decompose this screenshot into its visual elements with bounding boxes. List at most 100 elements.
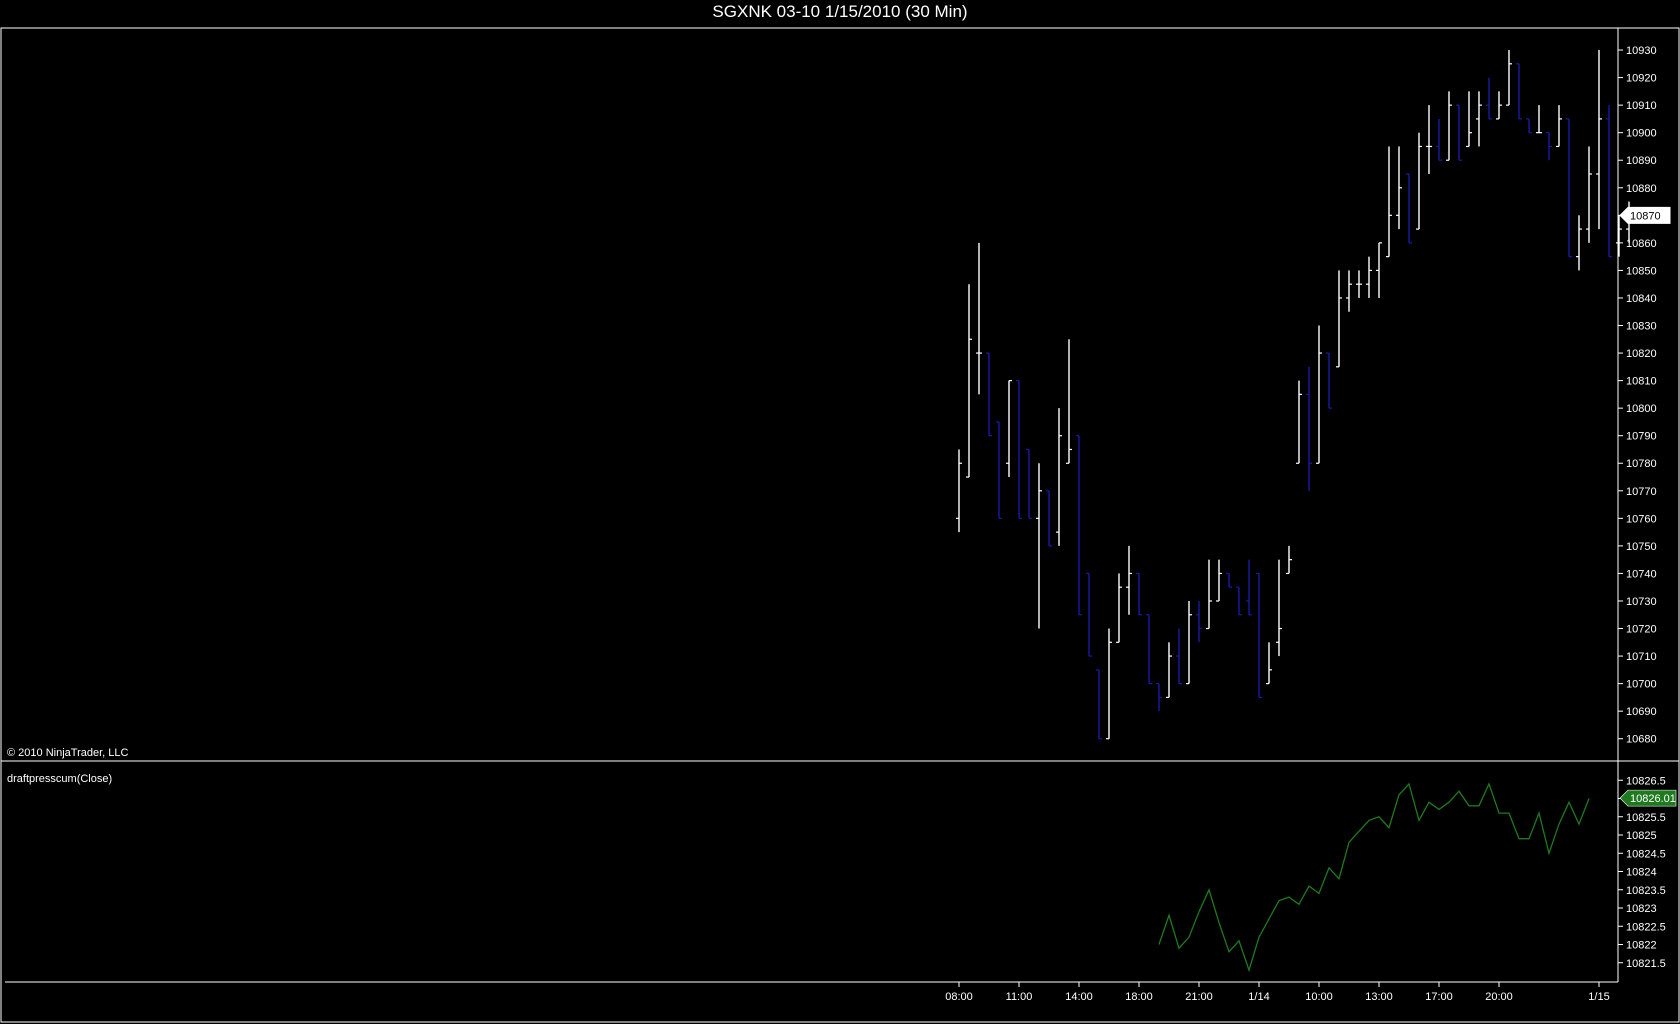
ohlc-bar bbox=[1546, 132, 1552, 161]
indicator-tick-label: 10824.5 bbox=[1626, 848, 1666, 860]
ohlc-bar bbox=[1396, 146, 1402, 230]
indicator-tick-label: 10825 bbox=[1626, 830, 1657, 842]
ohlc-bar bbox=[1466, 91, 1472, 148]
ohlc-bar bbox=[1426, 105, 1432, 174]
ohlc-bar bbox=[956, 449, 962, 533]
price-tick-label: 10880 bbox=[1626, 183, 1657, 195]
time-tick-label: 20:00 bbox=[1485, 991, 1513, 1003]
indicator-line bbox=[1158, 782, 1590, 973]
ohlc-bar bbox=[1206, 559, 1212, 630]
last-price-badge: 10870 bbox=[1619, 206, 1671, 224]
price-tick-label: 10700 bbox=[1626, 679, 1657, 691]
time-tick-label: 17:00 bbox=[1425, 991, 1453, 1003]
ohlc-bar bbox=[1186, 600, 1192, 685]
time-tick-label: 14:00 bbox=[1065, 991, 1093, 1003]
ohlc-bar bbox=[1296, 380, 1302, 464]
ohlc-bar bbox=[1416, 132, 1422, 230]
indicator-tick-label: 10823 bbox=[1626, 903, 1657, 915]
price-tick-label: 10730 bbox=[1626, 596, 1657, 608]
indicator-axis: 10826.51082610825.51082510824.5108241082… bbox=[1618, 775, 1677, 970]
indicator-tick-label: 10826.5 bbox=[1626, 775, 1666, 787]
price-tick-label: 10740 bbox=[1626, 568, 1657, 580]
price-tick-label: 10840 bbox=[1626, 293, 1657, 305]
ohlc-bar bbox=[1576, 215, 1582, 271]
price-tick-label: 10860 bbox=[1626, 238, 1657, 250]
time-tick-label: 10:00 bbox=[1305, 991, 1333, 1003]
price-tick-label: 10690 bbox=[1626, 706, 1657, 718]
ohlc-bar bbox=[1096, 669, 1102, 740]
ohlc-bar bbox=[1326, 352, 1332, 409]
price-axis: 10930 10920 10910 10900 10890 10880 10870 10860… bbox=[1618, 45, 1671, 746]
time-tick-label: 08:00 bbox=[945, 991, 973, 1003]
price-tick-label: 10920 bbox=[1626, 73, 1657, 85]
price-tick-label: 10770 bbox=[1626, 486, 1657, 498]
ohlc-bar bbox=[1016, 380, 1022, 519]
price-tick-label: 10790 bbox=[1626, 431, 1657, 443]
ohlc-bar bbox=[986, 352, 992, 437]
time-tick-label: 21:00 bbox=[1185, 991, 1213, 1003]
ohlc-bar bbox=[1176, 628, 1182, 685]
time-tick-label: 1/15 bbox=[1588, 991, 1609, 1003]
price-tick-label: 10760 bbox=[1626, 513, 1657, 525]
ohlc-bar bbox=[1276, 559, 1282, 657]
ohlc-bar bbox=[1476, 91, 1482, 147]
price-tick-label: 10930 bbox=[1626, 45, 1657, 57]
ohlc-bar bbox=[1496, 91, 1502, 120]
price-tick-label: 10900 bbox=[1626, 128, 1657, 140]
price-tick-label: 10720 bbox=[1626, 624, 1657, 636]
chart-frame bbox=[0, 27, 1680, 1023]
price-tick-label: 10800 bbox=[1626, 403, 1657, 415]
indicator-tick-label: 10822.5 bbox=[1626, 921, 1666, 933]
ohlc-bar bbox=[1386, 146, 1392, 258]
ohlc-bar bbox=[1116, 573, 1122, 643]
time-axis: 08:00 11:00 14:00 18:00 21:00 1/14 10:00 13:00 1… bbox=[945, 982, 1610, 1003]
ohlc-bar bbox=[1526, 118, 1532, 134]
copyright-label: © 2010 NinjaTrader, LLC bbox=[7, 747, 128, 759]
ohlc-bar bbox=[1086, 572, 1092, 657]
ohlc-bar bbox=[1076, 435, 1082, 616]
ohlc-bar bbox=[1146, 614, 1152, 685]
ohlc-bar bbox=[996, 421, 1002, 519]
indicator-tick-label: 10822 bbox=[1626, 940, 1657, 952]
ohlc-bar bbox=[1536, 105, 1542, 134]
ohlc-bar bbox=[1246, 559, 1252, 616]
ohlc-bar bbox=[1606, 105, 1612, 258]
ohlc-bar bbox=[1566, 118, 1572, 258]
price-tick-label: 10890 bbox=[1626, 155, 1657, 167]
price-tick-label: 10710 bbox=[1626, 651, 1657, 663]
ohlc-bar bbox=[966, 284, 972, 478]
ohlc-bar bbox=[1236, 586, 1242, 616]
ohlc-bar bbox=[1456, 104, 1462, 161]
ohlc-bar bbox=[1306, 366, 1312, 491]
ohlc-bar bbox=[1346, 270, 1352, 312]
ohlc-bar bbox=[1216, 559, 1222, 602]
indicator-tick-label: 10821.5 bbox=[1626, 958, 1666, 970]
ohlc-bar bbox=[1406, 173, 1412, 244]
chart-canvas[interactable]: 10930 10920 10910 10900 10890 10880 10870 10860… bbox=[0, 0, 1680, 1024]
last-price-label: 10870 bbox=[1630, 210, 1661, 222]
price-tick-label: 10910 bbox=[1626, 100, 1657, 112]
ohlc-bar bbox=[1316, 325, 1322, 464]
ohlc-bar bbox=[1516, 63, 1522, 120]
ohlc-bar bbox=[1286, 545, 1292, 575]
ohlc-bar bbox=[1046, 490, 1052, 547]
ohlc-bar bbox=[1436, 118, 1442, 161]
time-tick-label: 1/14 bbox=[1248, 991, 1269, 1003]
ohlc-bar bbox=[976, 242, 982, 395]
ohlc-bar bbox=[1126, 545, 1132, 615]
price-tick-label: 10780 bbox=[1626, 458, 1657, 470]
ohlc-bar bbox=[1156, 683, 1162, 712]
price-tick-label: 10810 bbox=[1626, 376, 1657, 388]
ohlc-bar bbox=[1166, 642, 1172, 698]
ohlc-bar bbox=[1616, 215, 1622, 257]
ohlc-bar bbox=[1336, 270, 1342, 368]
ohlc-bar bbox=[1106, 628, 1112, 740]
ohlc-bar bbox=[1556, 105, 1562, 148]
ohlc-bar bbox=[1006, 380, 1012, 478]
ohlc-bar bbox=[1586, 146, 1592, 243]
ohlc-bar bbox=[1376, 242, 1382, 298]
indicator-panel[interactable] bbox=[1158, 782, 1590, 973]
price-panel[interactable] bbox=[956, 50, 1632, 740]
indicator-tick-label: 10823.5 bbox=[1626, 885, 1666, 897]
price-tick-label: 10850 bbox=[1626, 265, 1657, 277]
